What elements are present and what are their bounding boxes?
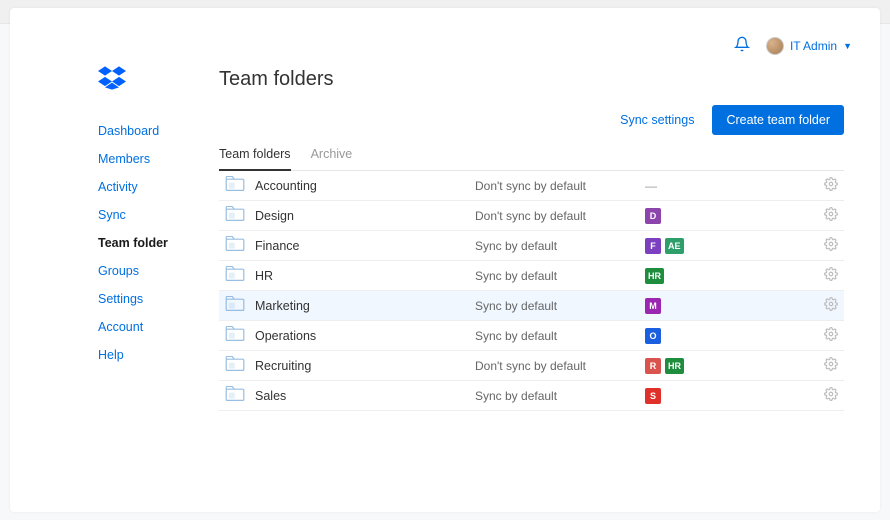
sync-status: Don't sync by default (475, 179, 645, 193)
folder-name: HR (255, 269, 273, 283)
group-badges: — (645, 179, 765, 193)
gear-icon[interactable] (824, 357, 838, 374)
notifications-icon[interactable] (734, 36, 750, 55)
group-badges: S (645, 388, 765, 404)
group-badge: F (645, 238, 661, 254)
sync-status: Don't sync by default (475, 359, 645, 373)
sidebar-item-dashboard[interactable]: Dashboard (98, 124, 205, 138)
folder-name: Finance (255, 239, 299, 253)
table-row[interactable]: Operations Sync by defaultO (219, 321, 844, 351)
group-badges: HR (645, 268, 765, 284)
sidebar-item-help[interactable]: Help (98, 348, 205, 362)
table-row[interactable]: Design Don't sync by defaultD (219, 201, 844, 231)
avatar (766, 37, 784, 55)
group-badge: D (645, 208, 661, 224)
sidebar-item-team-folder[interactable]: Team folder (98, 236, 205, 250)
group-badges: RHR (645, 358, 765, 374)
folder-name: Operations (255, 329, 316, 343)
sidebar-item-members[interactable]: Members (98, 152, 205, 166)
sidebar-item-groups[interactable]: Groups (98, 264, 205, 278)
group-badge: HR (665, 358, 684, 374)
page-title: Team folders (219, 68, 844, 91)
create-team-folder-button[interactable]: Create team folder (712, 105, 844, 135)
sync-status: Sync by default (475, 329, 645, 343)
table-row[interactable]: HRSync by defaultHR (219, 261, 844, 291)
sync-status: Don't sync by default (475, 209, 645, 223)
gear-icon[interactable] (824, 207, 838, 224)
folder-icon (225, 266, 245, 285)
user-menu[interactable]: IT Admin ▼ (766, 37, 852, 55)
group-badge: M (645, 298, 661, 314)
sync-status: Sync by default (475, 299, 645, 313)
folder-icon (225, 176, 245, 195)
sidebar-item-account[interactable]: Account (98, 320, 205, 334)
gear-icon[interactable] (824, 387, 838, 404)
tab-archive[interactable]: Archive (311, 147, 353, 171)
group-badge: R (645, 358, 661, 374)
group-badges: FAE (645, 238, 765, 254)
folder-icon (225, 386, 245, 405)
table-row[interactable]: Accounting Don't sync by default— (219, 171, 844, 201)
group-badges: O (645, 328, 765, 344)
group-badges: M (645, 298, 765, 314)
table-row[interactable]: Marketing Sync by defaultM (219, 291, 844, 321)
gear-icon[interactable] (824, 177, 838, 194)
gear-icon[interactable] (824, 297, 838, 314)
sync-status: Sync by default (475, 239, 645, 253)
table-row[interactable]: Finance Sync by defaultFAE (219, 231, 844, 261)
group-badges: D (645, 208, 765, 224)
group-badge: AE (665, 238, 684, 254)
sync-status: Sync by default (475, 389, 645, 403)
group-badge: S (645, 388, 661, 404)
gear-icon[interactable] (824, 267, 838, 284)
folder-name: Recruiting (255, 359, 311, 373)
group-badge: HR (645, 268, 664, 284)
sidebar-item-sync[interactable]: Sync (98, 208, 205, 222)
tab-team-folders[interactable]: Team folders (219, 147, 291, 171)
table-row[interactable]: Recruiting Don't sync by defaultRHR (219, 351, 844, 381)
folder-name: Sales (255, 389, 286, 403)
user-label: IT Admin (790, 39, 837, 53)
gear-icon[interactable] (824, 237, 838, 254)
gear-icon[interactable] (824, 327, 838, 344)
sync-settings-link[interactable]: Sync settings (620, 113, 694, 127)
folder-name: Marketing (255, 299, 310, 313)
folder-icon (225, 206, 245, 225)
sidebar-item-settings[interactable]: Settings (98, 292, 205, 306)
sync-status: Sync by default (475, 269, 645, 283)
chevron-down-icon: ▼ (843, 41, 852, 51)
folder-icon (225, 356, 245, 375)
folder-icon (225, 296, 245, 315)
folder-name: Accounting (255, 179, 317, 193)
folder-icon (225, 236, 245, 255)
group-badge: O (645, 328, 661, 344)
table-row[interactable]: Sales Sync by defaultS (219, 381, 844, 411)
folder-icon (225, 326, 245, 345)
folder-name: Design (255, 209, 294, 223)
sidebar-item-activity[interactable]: Activity (98, 180, 205, 194)
